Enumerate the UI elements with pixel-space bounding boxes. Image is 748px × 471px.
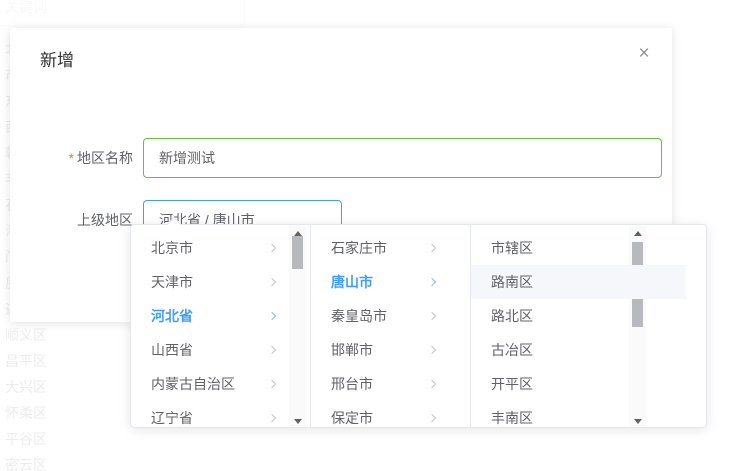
cascader-option[interactable]: 北京市 [131,231,289,265]
cascader-option-label: 保定市 [331,410,373,426]
cascader-column-cities: 石家庄市唐山市秦皇岛市邯郸市邢台市保定市 [311,225,471,427]
cascader-option[interactable]: 内蒙古自治区 [131,367,289,401]
cascader-option[interactable]: 路北区 [471,299,686,333]
cascader-option-label: 辽宁省 [151,410,193,426]
cascader-column-provinces: 北京市天津市河北省山西省内蒙古自治区辽宁省 [131,225,311,427]
cascader-dropdown: 北京市天津市河北省山西省内蒙古自治区辽宁省 石家庄市唐山市秦皇岛市邯郸市邢台市保… [130,224,707,428]
arrow-right-icon [268,278,276,286]
cascader-option-label: 天津市 [151,274,193,290]
cascader-option[interactable]: 古冶区 [471,333,686,367]
cascader-option[interactable]: 开平区 [471,367,686,401]
arrow-right-icon [268,414,276,422]
arrow-right-icon [428,312,436,320]
arrow-right-icon [268,380,276,388]
cascader-option-label: 路南区 [491,274,533,290]
cascader-option-label: 丰南区 [491,410,533,426]
cascader-option-label: 市辖区 [491,240,533,256]
cascader-option[interactable]: 路南区 [471,265,686,299]
cascader-option-label: 北京市 [151,240,193,256]
scroll-down-icon[interactable] [289,414,306,427]
cascader-option-label: 路北区 [491,308,533,324]
cascader-option-label: 秦皇岛市 [331,308,387,324]
parent-region-label: 上级地区 [10,200,133,240]
cascader-option[interactable]: 山西省 [131,333,289,367]
cascader-option-label: 内蒙古自治区 [151,376,235,392]
cascader-menus: 北京市天津市河北省山西省内蒙古自治区辽宁省 石家庄市唐山市秦皇岛市邯郸市邢台市保… [131,225,706,427]
cascader-option[interactable]: 邯郸市 [311,333,449,367]
arrow-right-icon [428,380,436,388]
cascader-option-label: 河北省 [151,308,193,324]
cascader-option-label: 古冶区 [491,342,533,358]
cascader-option[interactable]: 天津市 [131,265,289,299]
scrollbar[interactable] [289,226,306,427]
scrollbar-thumb[interactable] [292,236,303,269]
dialog-title: 新增 [40,46,74,71]
arrow-right-icon [428,244,436,252]
cascader-option-label: 唐山市 [331,274,373,290]
cascader-option[interactable]: 石家庄市 [311,231,449,265]
arrow-right-icon [268,312,276,320]
region-name-label: *地区名称 [10,138,133,178]
cascader-option[interactable]: 丰南区 [471,401,686,427]
cascader-option-label: 邯郸市 [331,342,373,358]
close-icon[interactable]: × [632,42,656,66]
cascader-option[interactable]: 邢台市 [311,367,449,401]
arrow-right-icon [428,346,436,354]
cascader-option[interactable]: 秦皇岛市 [311,299,449,333]
cascader-option-label: 石家庄市 [331,240,387,256]
required-marker: * [69,150,74,166]
region-name-input[interactable]: 新增测试 [143,138,662,178]
arrow-right-icon [428,414,436,422]
cascader-option[interactable]: 辽宁省 [131,401,289,427]
cascader-option-label: 开平区 [491,376,533,392]
arrow-right-icon [268,346,276,354]
arrow-right-icon [268,244,276,252]
cascader-column-districts: 市辖区路南区路北区古冶区开平区丰南区 [471,225,706,427]
cascader-option[interactable]: 保定市 [311,401,449,427]
cascader-option[interactable]: 河北省 [131,299,289,333]
cascader-option[interactable]: 市辖区 [471,231,686,265]
cascader-option[interactable]: 唐山市 [311,265,449,299]
cascader-option-label: 山西省 [151,342,193,358]
arrow-right-icon [428,278,436,286]
cascader-option-label: 邢台市 [331,376,373,392]
page: 关键词 北京市市辖区东城区西城区朝阳区丰台区石景山区海淀区门头沟区房山区通州区顺… [0,0,748,471]
